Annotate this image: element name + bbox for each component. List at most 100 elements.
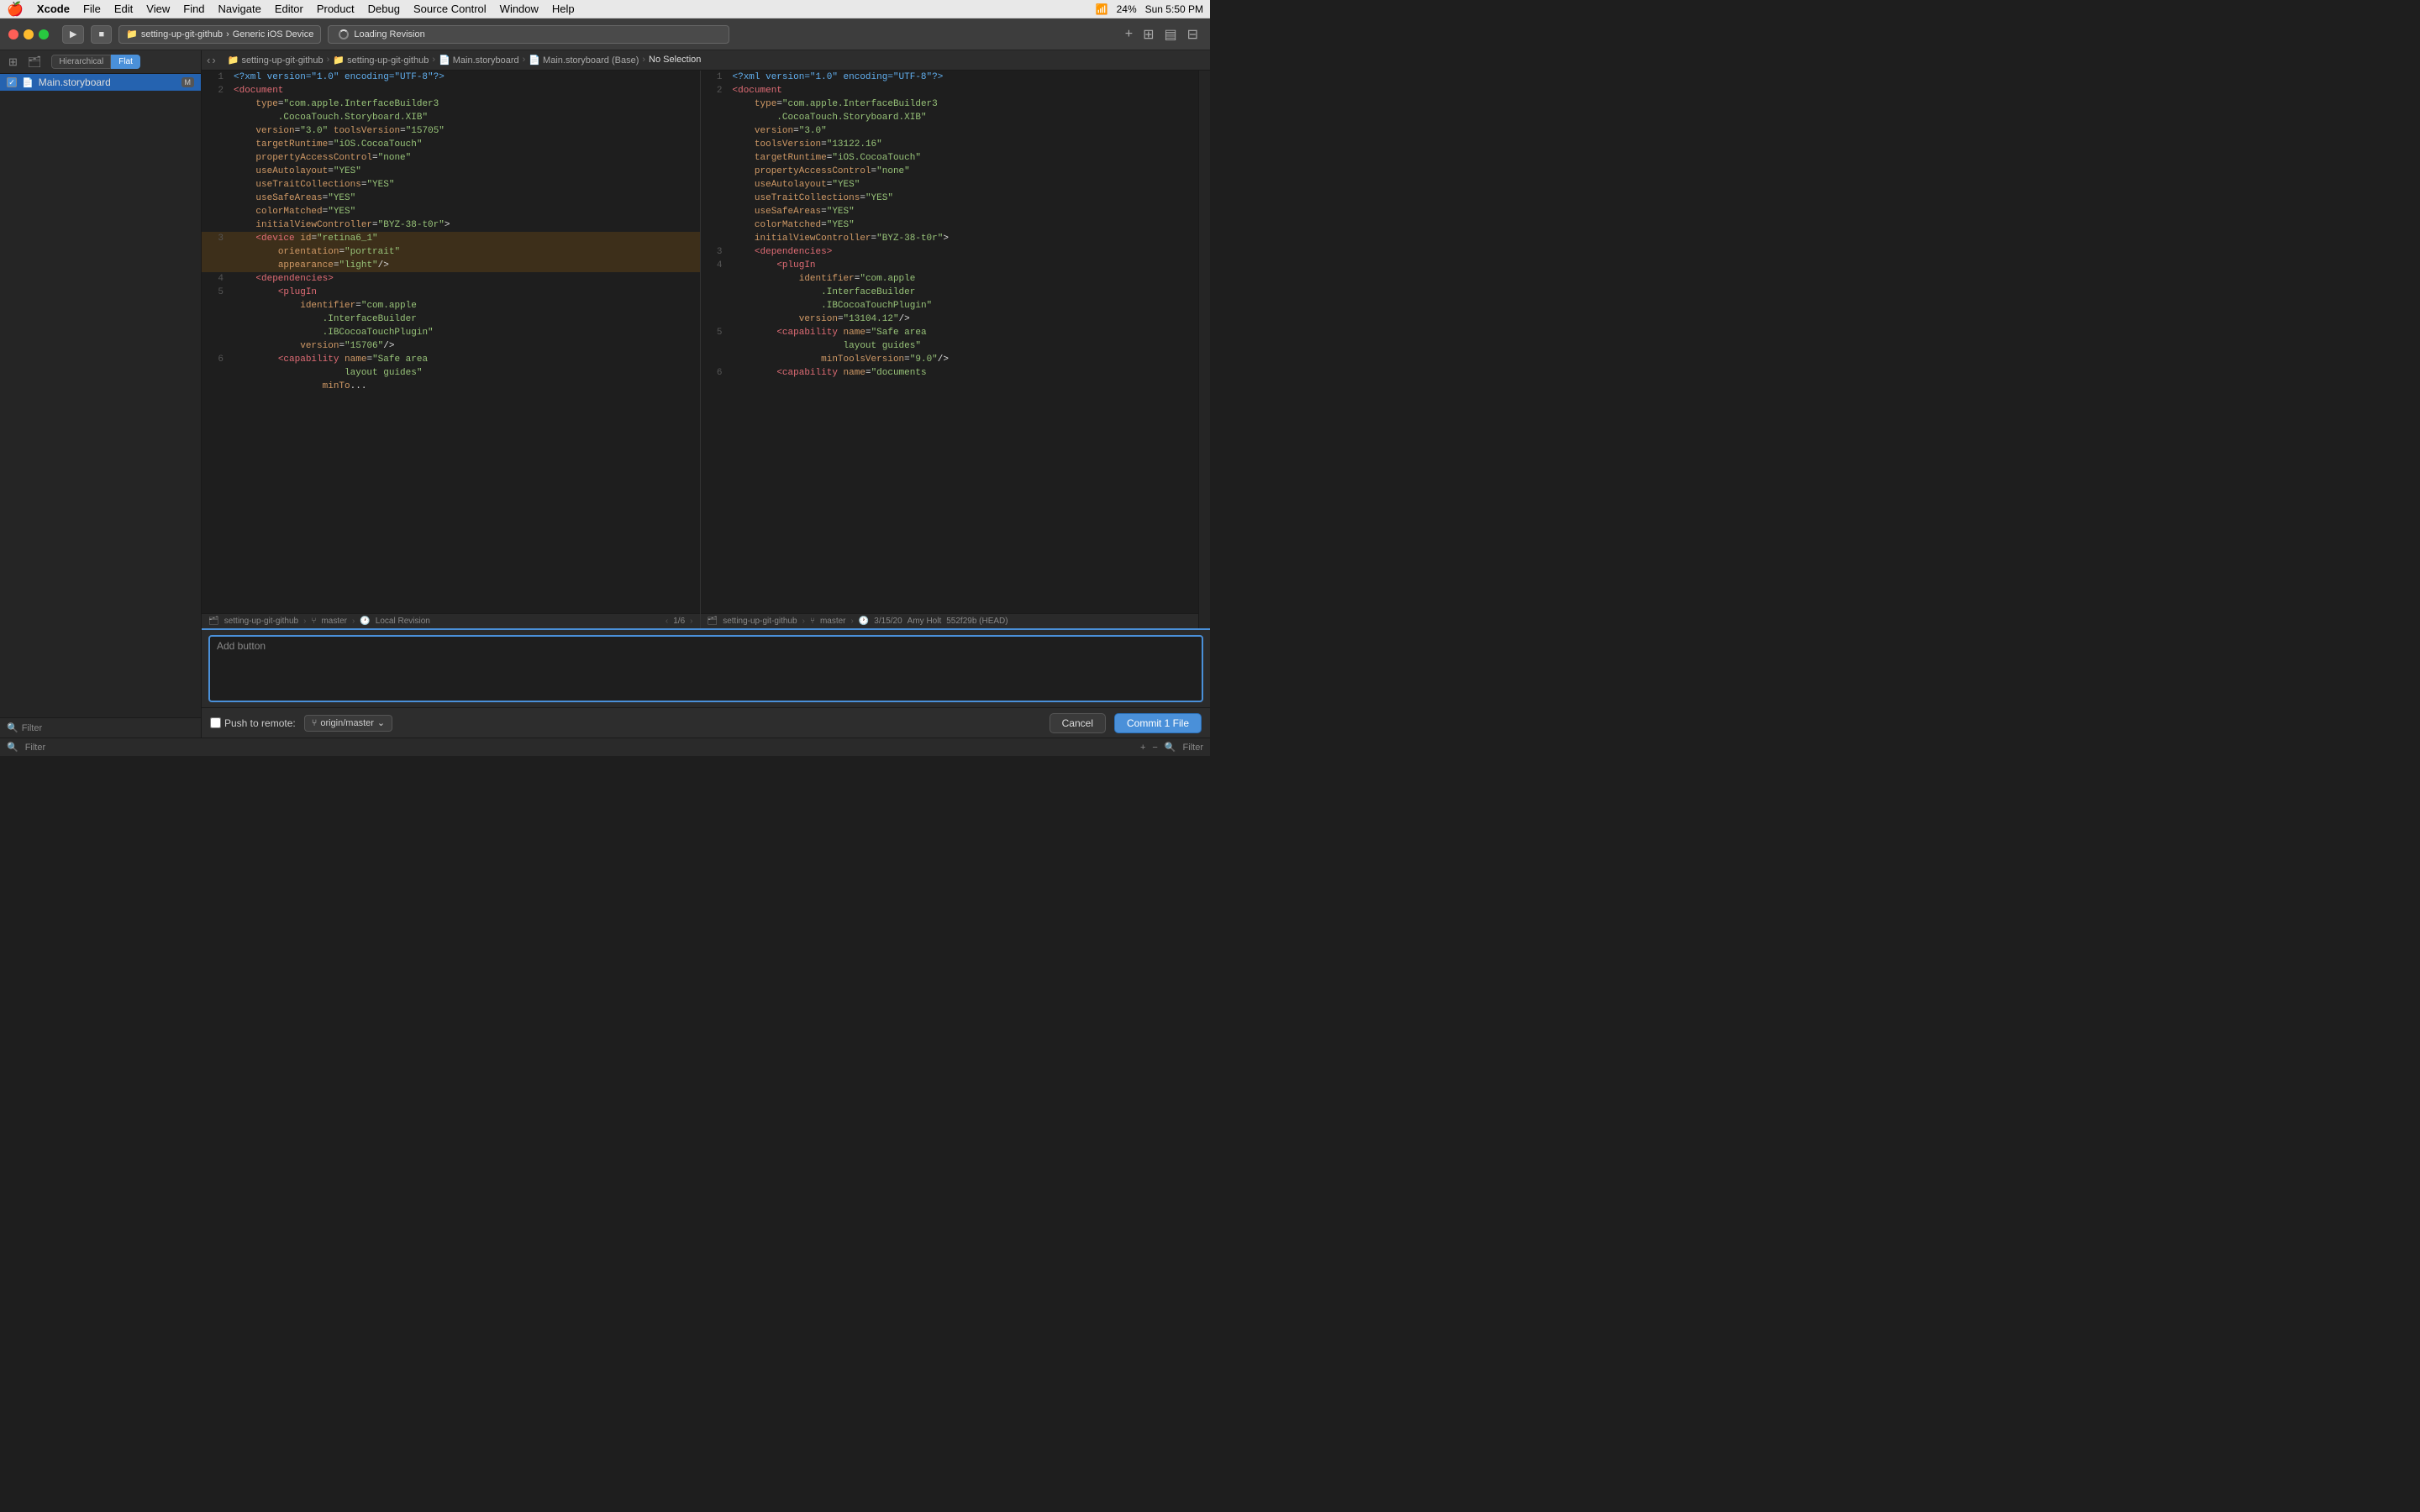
filter-label: Filter [22, 723, 42, 733]
code-line: 6 <capability name="documents [701, 366, 1199, 380]
branch-icon: ⑂ [312, 718, 318, 728]
wifi-icon: 📶 [1096, 3, 1108, 15]
scrollbar-gutter [1198, 71, 1210, 628]
sidebar-folder-icon[interactable]: 🗂 [24, 54, 45, 71]
file-checkbox[interactable] [7, 77, 17, 87]
device-name: Generic iOS Device [233, 29, 314, 39]
hierarchical-btn[interactable]: Hierarchical [51, 55, 111, 69]
code-line: initialViewController="BYZ-38-t0r"> [701, 232, 1199, 245]
right-hash: 552f29b (HEAD) [946, 617, 1007, 626]
split-view-button[interactable]: ⊞ [1139, 24, 1157, 45]
file-name: Main.storyboard [39, 76, 111, 88]
spinner-icon [339, 29, 349, 39]
code-line: .InterfaceBuilder [202, 312, 700, 326]
clock-icon: 🕐 [859, 617, 869, 626]
editor-header: ‹ › 📁 setting-up-git-github › 📁 setting-… [202, 50, 1210, 71]
branch-icon2: ⑂ [311, 617, 316, 626]
breadcrumb: 📁 setting-up-git-github › 📁 setting-up-g… [221, 50, 1210, 71]
code-line: colorMatched="YES" [701, 218, 1199, 232]
code-line: version="15706"/> 2 ∨ [202, 339, 700, 353]
breadcrumb-file[interactable]: 📄 Main.storyboard [439, 55, 519, 66]
right-date: 3/15/20 [874, 617, 902, 626]
code-line: useSafeAreas="YES" [701, 205, 1199, 218]
code-line: version="3.0" [701, 124, 1199, 138]
menu-product[interactable]: Product [317, 3, 355, 15]
commit-footer: Push to remote: ⑂ origin/master ⌄ Cancel… [202, 707, 1210, 738]
code-line: minTo... [202, 380, 700, 393]
sidebar-file-list: 📄 Main.storyboard M [0, 74, 201, 717]
breadcrumb-repo1[interactable]: 📁 setting-up-git-github [228, 55, 324, 66]
apple-menu[interactable]: 🍎 [7, 1, 24, 18]
toolbar: ▶ ■ 📁 setting-up-git-github › Generic iO… [0, 18, 1210, 50]
list-item[interactable]: 📄 Main.storyboard M [0, 74, 201, 91]
minimize-button[interactable] [24, 29, 34, 39]
file-badge: M [182, 77, 195, 87]
close-button[interactable] [8, 29, 18, 39]
left-branch: master [321, 617, 347, 626]
scheme-selector[interactable]: 📁 setting-up-git-github › Generic iOS De… [118, 25, 321, 44]
code-line: 6 <capability name="Safe area [202, 353, 700, 366]
code-line-highlighted: orientation="portrait" [202, 245, 700, 259]
left-code-view[interactable]: 1 <?xml version="1.0" encoding="UTF-8"?>… [202, 71, 700, 613]
clock-icon: 🕐 [360, 617, 370, 626]
add-button[interactable]: + [1122, 24, 1136, 45]
breadcrumb-base[interactable]: 📄 Main.storyboard (Base) [529, 55, 639, 66]
menu-debug[interactable]: Debug [368, 3, 400, 15]
forward-arrow[interactable]: › [212, 54, 215, 66]
code-line: 1 <?xml version="1.0" encoding="UTF-8"?> [202, 71, 700, 84]
menu-file[interactable]: File [83, 3, 101, 15]
push-checkbox-input[interactable] [210, 717, 221, 728]
code-line: useAutolayout="YES" [701, 178, 1199, 192]
code-line: useTraitCollections="YES" [701, 192, 1199, 205]
menu-editor[interactable]: Editor [275, 3, 303, 15]
code-line: 4 <dependencies> 1 ∨ [202, 272, 700, 286]
filter-icon: 🔍 [7, 742, 18, 753]
breadcrumb-repo2[interactable]: 📁 setting-up-git-github [333, 55, 429, 66]
menu-help[interactable]: Help [552, 3, 575, 15]
clock: Sun 5:50 PM [1145, 3, 1203, 15]
sidebar-nav-icon[interactable]: ⊞ [5, 54, 21, 71]
menu-navigate[interactable]: Navigate [218, 3, 261, 15]
editor-area: ‹ › 📁 setting-up-git-github › 📁 setting-… [202, 50, 1210, 738]
code-line: 1 <?xml version="1.0" encoding="UTF-8"?> [701, 71, 1199, 84]
maximize-button[interactable] [39, 29, 49, 39]
status-bar: 🔍 Filter + − 🔍 Filter [0, 738, 1210, 756]
back-arrow[interactable]: ‹ [207, 54, 210, 66]
code-line: type="com.apple.InterfaceBuilder3 [202, 97, 700, 111]
cancel-button[interactable]: Cancel [1050, 713, 1106, 733]
remote-branch-selector[interactable]: ⑂ origin/master ⌄ [304, 715, 392, 732]
menu-edit[interactable]: Edit [114, 3, 133, 15]
code-line: useSafeAreas="YES" [202, 192, 700, 205]
right-branch: master [820, 617, 846, 626]
menu-find[interactable]: Find [183, 3, 204, 15]
right-code-view[interactable]: 1 <?xml version="1.0" encoding="UTF-8"?>… [701, 71, 1199, 613]
branch-icon: 🗂 [208, 617, 219, 626]
left-editor-pane: 1 <?xml version="1.0" encoding="UTF-8"?>… [202, 71, 700, 628]
menu-source-control[interactable]: Source Control [413, 3, 487, 15]
code-line: colorMatched="YES" [202, 205, 700, 218]
sidebar: ⊞ 🗂 Hierarchical Flat 📄 Main.storyboard … [0, 50, 202, 738]
inspector-button[interactable]: ⊟ [1184, 24, 1202, 45]
run-button[interactable]: ▶ [62, 25, 84, 44]
window-controls [8, 29, 49, 39]
menu-view[interactable]: View [146, 3, 170, 15]
branch-icon2: ⑂ [810, 617, 815, 626]
code-line: .CocoaTouch.Storyboard.XIB" [701, 111, 1199, 124]
filter-icon: 🔍 [7, 722, 18, 733]
stop-button[interactable]: ■ [91, 25, 112, 44]
menu-xcode[interactable]: Xcode [37, 3, 70, 15]
add-file-icon[interactable]: + [1140, 743, 1145, 753]
flat-btn[interactable]: Flat [111, 55, 140, 69]
left-statusbar: 🗂 setting-up-git-github › ⑂ master › 🕐 L… [202, 613, 700, 628]
commit-message-input[interactable]: Add button [208, 635, 1203, 702]
push-to-remote-checkbox[interactable]: Push to remote: [210, 717, 296, 729]
code-line: propertyAccessControl="none" [701, 165, 1199, 178]
loading-text: Loading Revision [354, 29, 424, 39]
code-line: identifier="com.apple [202, 299, 700, 312]
code-line: minToolsVersion="9.0"/> [701, 353, 1199, 366]
layout-button[interactable]: ▤ [1160, 24, 1180, 45]
commit-file-button[interactable]: Commit 1 File [1114, 713, 1202, 733]
code-line: 3 <dependencies> [701, 245, 1199, 259]
remove-file-icon[interactable]: − [1152, 743, 1157, 753]
menu-window[interactable]: Window [500, 3, 539, 15]
